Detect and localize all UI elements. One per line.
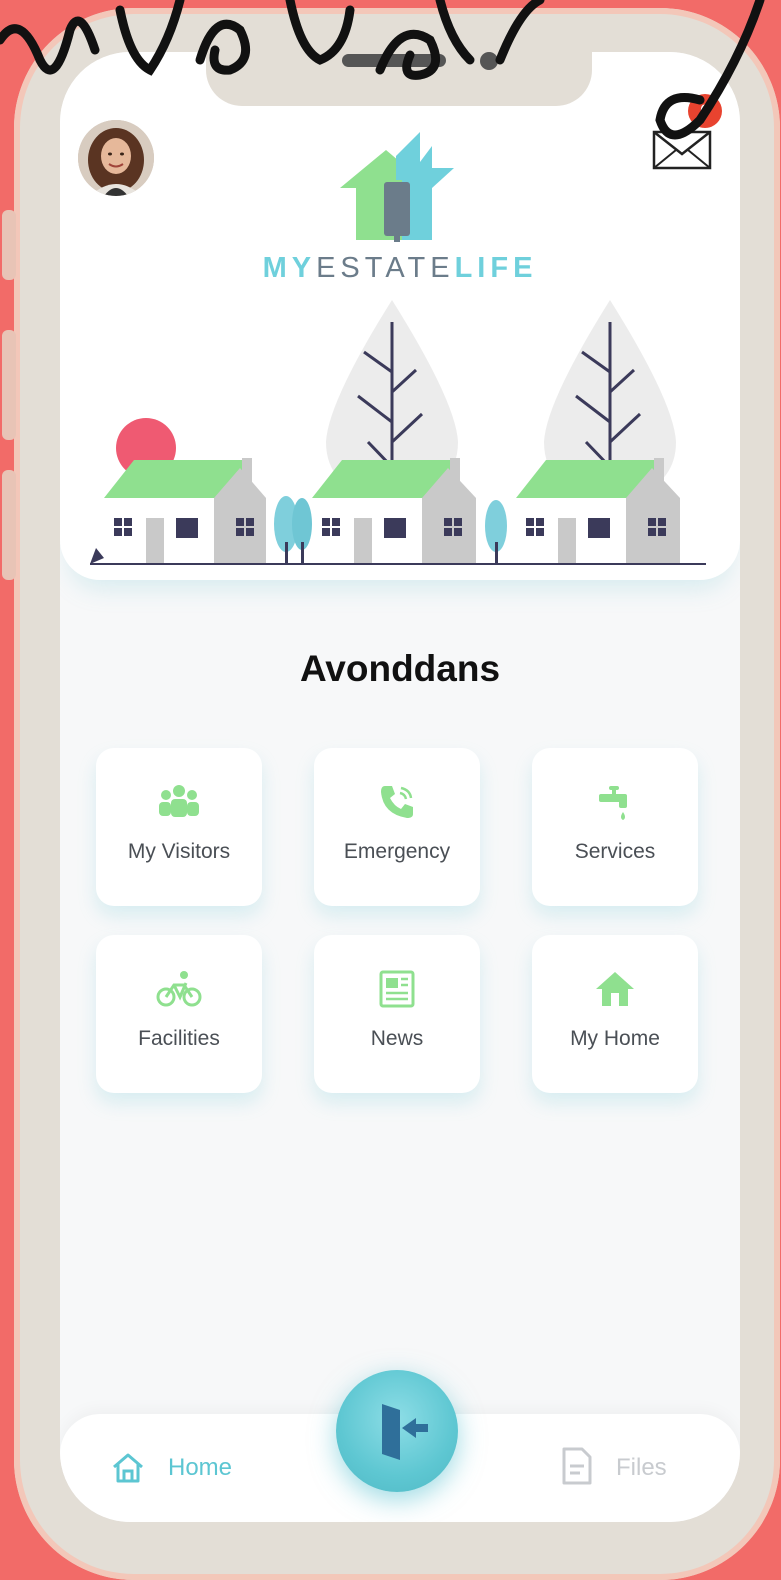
tap-icon (599, 786, 627, 820)
tile-label: Services (574, 840, 656, 863)
phone-icon (381, 786, 413, 818)
side-button (2, 210, 16, 280)
side-button (2, 330, 16, 440)
tile-label: Facilities (138, 1027, 220, 1050)
newspaper-icon (379, 970, 415, 1008)
logout-door-icon (382, 1404, 428, 1460)
header-area: 0 MYESTATELIFE (60, 52, 740, 580)
phone-notch (206, 52, 592, 106)
brand-part-1: MY (262, 252, 317, 284)
tile-my-visitors[interactable]: My Visitors (96, 748, 262, 906)
file-icon[interactable] (560, 1446, 594, 1486)
tile-label: My Visitors (127, 840, 231, 863)
camera (480, 52, 498, 70)
logo-icon (340, 132, 454, 242)
tile-news[interactable]: News (314, 935, 480, 1093)
house-icon (596, 972, 634, 1006)
estate-title: Avonddans (299, 648, 501, 689)
app-screen: 0 MYESTATELIFE Avonddans My Visitors Eme… (60, 52, 740, 1522)
mail-icon[interactable] (652, 124, 712, 170)
tile-services[interactable]: Services (532, 748, 698, 906)
speaker (342, 54, 446, 67)
home-icon[interactable] (110, 1448, 146, 1488)
tile-emergency[interactable]: Emergency (314, 748, 480, 906)
brand-part-3: LIFE (454, 252, 538, 284)
visitors-icon (159, 785, 199, 817)
brand-wordmark: MYESTATELIFE (60, 252, 740, 285)
avatar[interactable] (78, 120, 154, 196)
tile-label: My Home (570, 1027, 660, 1050)
tile-label: News (370, 1027, 424, 1050)
logout-button[interactable] (336, 1370, 458, 1492)
nav-home-label[interactable]: Home (168, 1454, 232, 1482)
brand-part-2: ESTATE (316, 252, 455, 284)
side-button (2, 470, 16, 580)
tile-my-home[interactable]: My Home (532, 935, 698, 1093)
tile-facilities[interactable]: Facilities (96, 935, 262, 1093)
tile-label: Emergency (343, 840, 451, 863)
houses-illustration (90, 300, 706, 565)
bicycle-icon (156, 971, 202, 1007)
mail-badge-count: 0 (688, 94, 722, 128)
nav-files-label[interactable]: Files (616, 1454, 667, 1482)
